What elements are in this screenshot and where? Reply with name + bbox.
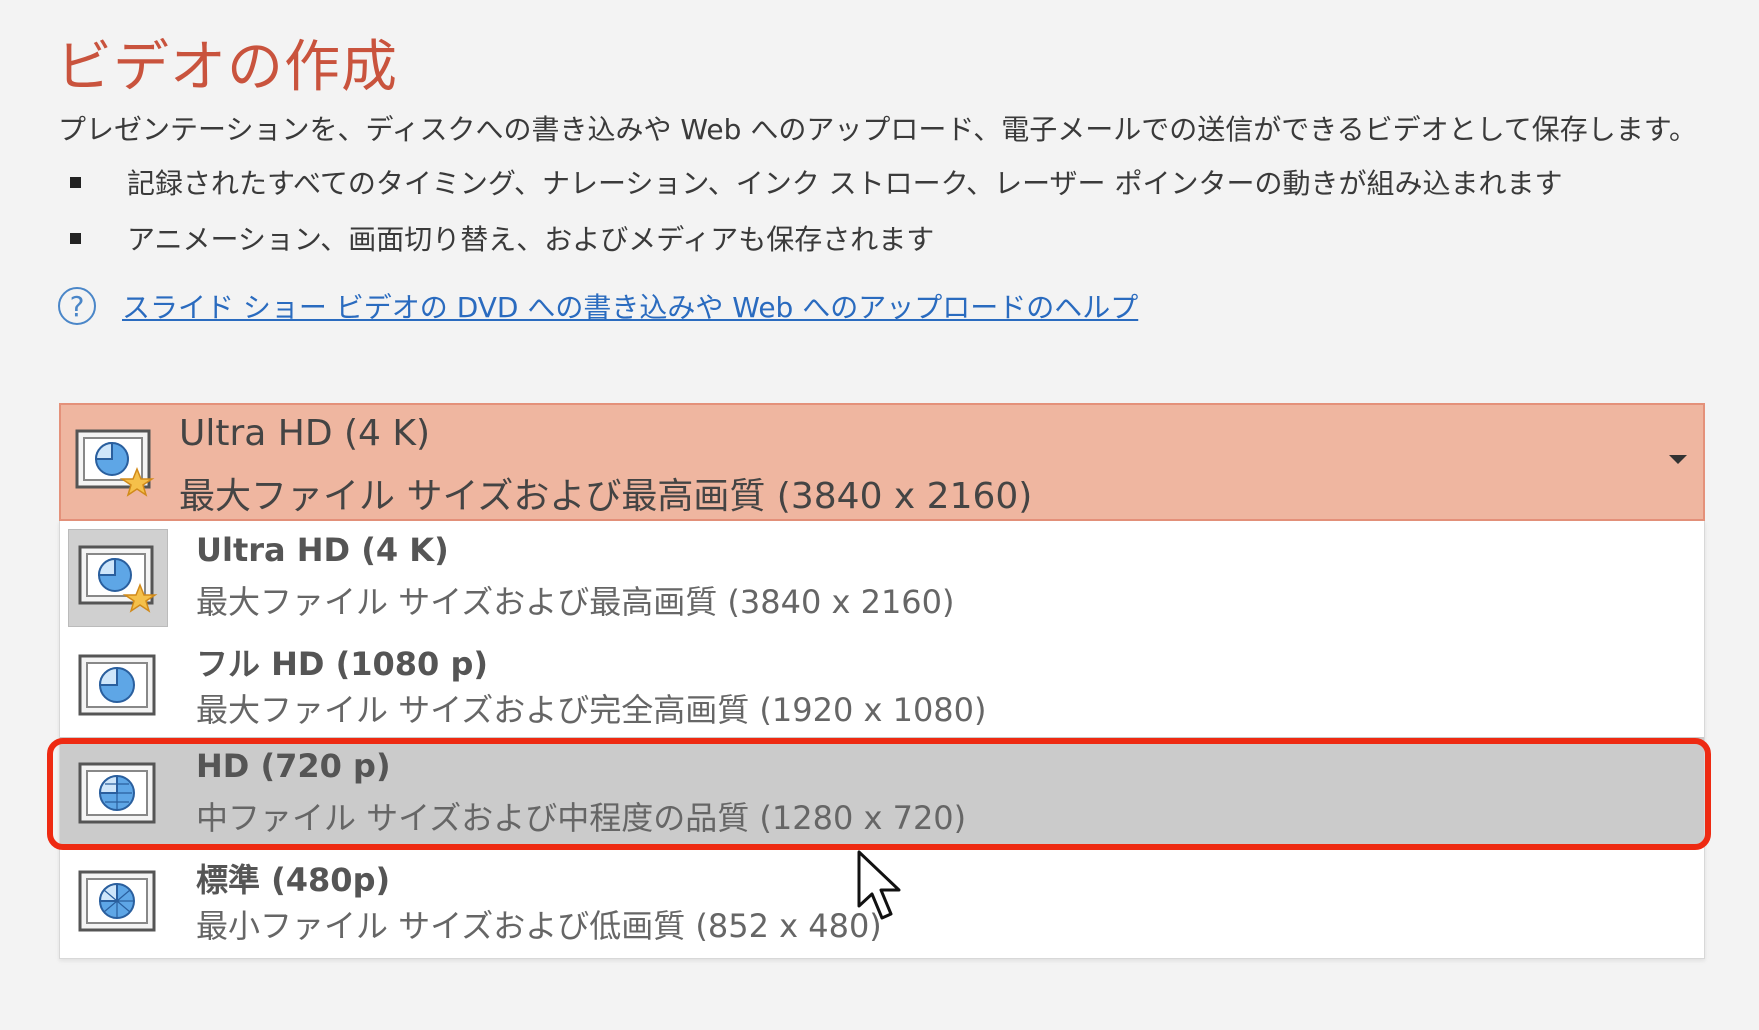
slide-video-icon xyxy=(75,429,155,501)
option-title: 標準 (480p) xyxy=(196,861,391,899)
slide-video-icon xyxy=(68,853,168,951)
description-text: プレゼンテーションを、ディスクへの書き込みや Web へのアップロード、電子メー… xyxy=(58,113,1698,146)
quality-dropdown[interactable]: Ultra HD (4 K) 最大ファイル サイズおよび最高画質 (3840 x… xyxy=(59,403,1705,521)
bullet-square-icon xyxy=(70,176,81,188)
bullet-item: 記録されたすべてのタイミング、ナレーション、インク ストローク、レーザー ポイン… xyxy=(70,162,1562,202)
list-item[interactable]: Ultra HD (4 K) 最大ファイル サイズおよび最高画質 (3840 x… xyxy=(60,521,1704,629)
help-link[interactable]: スライド ショー ビデオの DVD への書き込みや Web へのアップロードのヘ… xyxy=(122,286,1138,326)
highlight-frame xyxy=(47,738,1711,850)
option-title: Ultra HD (4 K) xyxy=(196,531,449,569)
option-desc: 最大ファイル サイズおよび最高画質 (3840 x 2160) xyxy=(196,583,955,621)
bullet-item: アニメーション、画面切り替え、およびメディアも保存されます xyxy=(70,218,934,258)
page-title: ビデオの作成 xyxy=(56,35,398,100)
option-title: フル HD (1080 p) xyxy=(196,645,488,683)
selected-quality-title: Ultra HD (4 K) xyxy=(179,413,431,454)
bullet-text: アニメーション、画面切り替え、およびメディアも保存されます xyxy=(127,223,935,256)
bullet-square-icon xyxy=(70,232,81,244)
help-link-row[interactable]: ? スライド ショー ビデオの DVD への書き込みや Web へのアップロード… xyxy=(58,286,1138,326)
slide-video-icon xyxy=(68,529,168,627)
slide-video-icon xyxy=(68,637,168,735)
list-item[interactable]: フル HD (1080 p) 最大ファイル サイズおよび完全高画質 (1920 … xyxy=(60,629,1704,737)
bullet-text: 記録されたすべてのタイミング、ナレーション、インク ストローク、レーザー ポイン… xyxy=(127,167,1563,200)
mouse-pointer-icon xyxy=(856,850,906,926)
help-circle-icon[interactable]: ? xyxy=(58,287,96,325)
option-desc: 最大ファイル サイズおよび完全高画質 (1920 x 1080) xyxy=(196,691,987,729)
chevron-down-icon[interactable] xyxy=(1669,455,1687,464)
selected-quality-desc: 最大ファイル サイズおよび最高画質 (3840 x 2160) xyxy=(179,476,1033,517)
option-desc: 最小ファイル サイズおよび低画質 (852 x 480) xyxy=(196,907,882,945)
